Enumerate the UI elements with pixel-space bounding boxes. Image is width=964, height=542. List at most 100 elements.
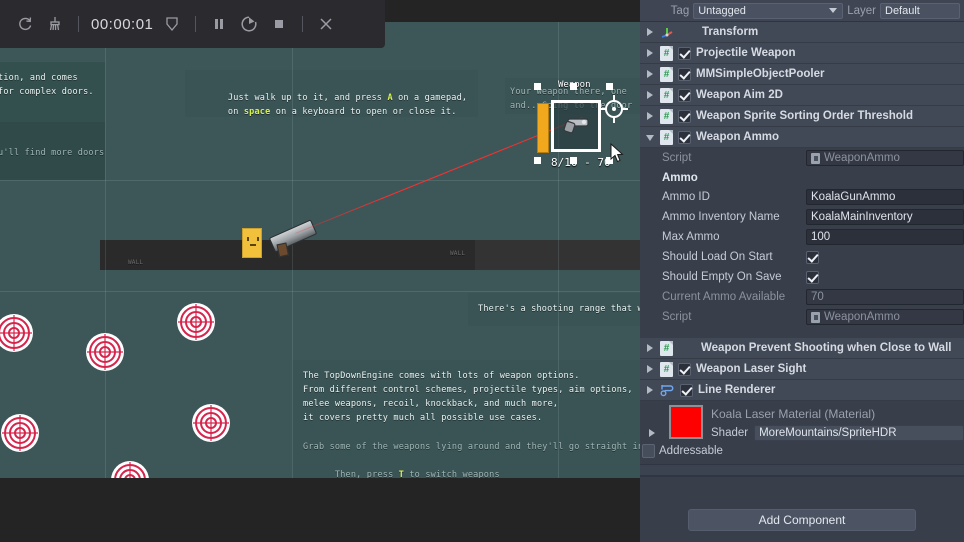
layer-dropdown[interactable]: Default	[880, 2, 960, 19]
shader-row: Shader MoreMountains/SpriteHDR	[711, 425, 964, 441]
broom-icon[interactable]	[40, 9, 70, 39]
foldout-arrow-icon[interactable]	[646, 48, 655, 58]
selection-handle-t[interactable]	[570, 83, 577, 90]
field-value-ammo-id[interactable]: KoalaGunAmmo	[806, 189, 964, 205]
target-3	[176, 302, 216, 342]
step-icon[interactable]	[234, 9, 264, 39]
grid-line-v1	[105, 22, 106, 478]
field-value-max-ammo[interactable]: 100	[806, 229, 964, 245]
close-icon[interactable]	[311, 9, 341, 39]
inspector-panel[interactable]: Tag Untagged Layer Default Transform # P	[640, 0, 964, 542]
component-row-weapon-aim-2d[interactable]: # Weapon Aim 2D	[640, 85, 964, 106]
field-value-script-bottom[interactable]: WeaponAmmo	[806, 309, 964, 325]
component-name-weapon-sprite-sorting: Weapon Sprite Sorting Order Threshold	[696, 110, 914, 122]
selection-handle-tl[interactable]	[534, 83, 541, 90]
hud-ammo-bar	[537, 103, 549, 153]
field-should-load-on-start: Should Load On Start	[640, 247, 964, 267]
component-row-transform[interactable]: Transform	[640, 22, 964, 43]
field-max-ammo: Max Ammo 100	[640, 227, 964, 247]
field-label-max-ammo: Max Ammo	[662, 231, 720, 243]
component-name-mmsimpleobjectpooler: MMSimpleObjectPooler	[696, 68, 825, 80]
field-script: Script WeaponAmmo	[640, 148, 964, 168]
field-value-script[interactable]: WeaponAmmo	[806, 150, 964, 166]
foldout-arrow-icon[interactable]	[646, 385, 655, 395]
foldout-arrow-icon[interactable]	[646, 90, 655, 100]
component-row-weapon-laser-sight[interactable]: # Weapon Laser Sight	[640, 359, 964, 380]
foldout-arrow-icon[interactable]	[646, 111, 655, 121]
selection-handle-tr[interactable]	[606, 83, 613, 90]
foldout-arrow-icon[interactable]	[646, 364, 655, 374]
grid-line-h1	[0, 180, 640, 181]
component-row-line-renderer[interactable]: Line Renderer	[640, 380, 964, 401]
grid-line-h2	[0, 291, 640, 292]
component-enabled-checkbox[interactable]	[678, 88, 691, 102]
component-enabled-checkbox[interactable]	[680, 383, 693, 397]
field-ammo-id: Ammo ID KoalaGunAmmo	[640, 187, 964, 207]
section-header-ammo: Ammo	[640, 168, 964, 187]
pause-icon[interactable]	[204, 9, 234, 39]
material-header-row[interactable]: Koala Laser Material (Material) Shader M…	[640, 405, 964, 441]
aim-crosshair	[600, 95, 628, 123]
foldout-arrow-icon[interactable]	[646, 69, 655, 79]
component-enabled-checkbox[interactable]	[678, 67, 691, 81]
playmode-timer: 00:00:01	[91, 15, 154, 33]
field-value-current-ammo-available: 70	[806, 289, 964, 305]
door-text-line2: for complex doors.	[0, 87, 94, 97]
field-script-bottom: Script WeaponAmmo	[640, 307, 964, 327]
refresh-icon[interactable]	[10, 9, 40, 39]
component-row-weapon-ammo[interactable]: # Weapon Ammo	[640, 127, 964, 148]
info-text-line2: From different control schemes, projecti…	[303, 385, 633, 395]
component-row-projectile-weapon[interactable]: # Projectile Weapon	[640, 43, 964, 64]
component-enabled-checkbox[interactable]	[678, 362, 691, 376]
hud-ammo-readout: 8/10 - 70	[551, 156, 611, 169]
csharp-script-icon: #	[660, 340, 673, 356]
addressable-row[interactable]: Addressable	[640, 441, 964, 458]
game-view[interactable]: tion, and comes for complex doors. u'll …	[0, 0, 640, 542]
toolbar-separator-1	[78, 16, 79, 32]
tag-dropdown[interactable]: Untagged	[693, 2, 844, 19]
csharp-script-icon: #	[660, 129, 673, 145]
selection-handle-b[interactable]	[570, 157, 577, 164]
foldout-arrow-icon[interactable]	[646, 343, 655, 353]
shield-icon[interactable]	[157, 9, 187, 39]
stop-icon[interactable]	[264, 9, 294, 39]
foldout-arrow-icon[interactable]	[648, 429, 657, 438]
component-name-weapon-aim-2d: Weapon Aim 2D	[696, 89, 783, 101]
script-asset-name: WeaponAmmo	[824, 152, 900, 164]
field-checkbox-should-load-on-start[interactable]	[806, 250, 819, 264]
field-label-should-load-on-start: Should Load On Start	[662, 251, 773, 263]
foldout-arrow-icon[interactable]	[646, 133, 655, 142]
component-name-weapon-prevent-shooting: Weapon Prevent Shooting when Close to Wa…	[701, 342, 952, 354]
field-checkbox-should-empty-on-save[interactable]	[806, 270, 819, 284]
component-enabled-checkbox[interactable]	[678, 46, 691, 60]
component-name-weapon-laser-sight: Weapon Laser Sight	[696, 363, 807, 375]
target-1	[0, 313, 34, 353]
empty-row-1	[640, 465, 964, 476]
shader-value[interactable]: MoreMountains/SpriteHDR	[754, 425, 964, 441]
component-row-weapon-sprite-sorting[interactable]: # Weapon Sprite Sorting Order Threshold	[640, 106, 964, 127]
field-label-should-empty-on-save: Should Empty On Save	[662, 271, 782, 283]
foldout-arrow-icon[interactable]	[646, 27, 655, 37]
tag-label: Tag	[670, 4, 690, 17]
field-current-ammo-available: Current Ammo Available 70	[640, 287, 964, 307]
target-2	[85, 332, 125, 372]
component-enabled-checkbox[interactable]	[678, 109, 691, 123]
toolbar-separator-3	[302, 16, 304, 32]
component-row-mmsimpleobjectpooler[interactable]: # MMSimpleObjectPooler	[640, 64, 964, 85]
csharp-script-icon: #	[660, 361, 673, 377]
playmode-toolbar[interactable]: 00:00:01	[0, 0, 385, 48]
add-component-button[interactable]: Add Component	[688, 509, 916, 531]
component-name-weapon-ammo: Weapon Ammo	[696, 131, 780, 143]
material-color-swatch[interactable]	[669, 405, 703, 439]
addressable-checkbox[interactable]	[642, 444, 655, 458]
field-label-ammo-inventory-name: Ammo Inventory Name	[662, 211, 780, 223]
shooting-range-text: There's a shooting range that wa	[478, 304, 640, 314]
mouse-cursor	[610, 142, 624, 163]
info-text-line4: it covers pretty much all possible use c…	[303, 413, 543, 423]
tag-layer-bar[interactable]: Tag Untagged Layer Default	[640, 0, 964, 22]
component-row-weapon-prevent-shooting[interactable]: # Weapon Prevent Shooting when Close to …	[640, 338, 964, 359]
component-enabled-checkbox[interactable]	[678, 130, 691, 144]
field-value-ammo-inventory-name[interactable]: KoalaMainInventory	[806, 209, 964, 225]
divider-2	[640, 476, 964, 477]
selection-handle-bl[interactable]	[534, 157, 541, 164]
